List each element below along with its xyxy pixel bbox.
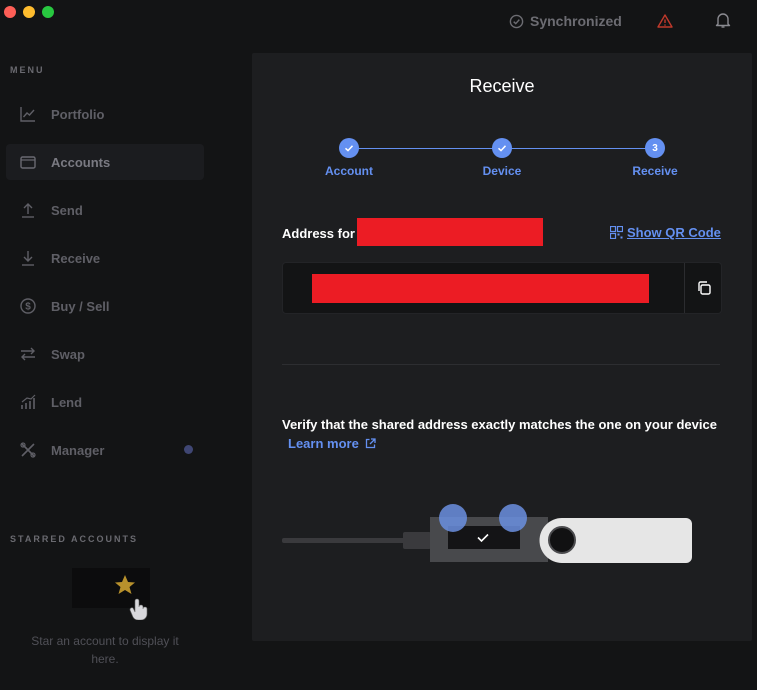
learn-more-link[interactable]: Learn more xyxy=(288,436,377,451)
chart-icon xyxy=(20,107,35,122)
redacted-address xyxy=(312,274,649,303)
sidebar-item-lend[interactable]: Lend xyxy=(6,384,204,420)
starred-accounts-empty-text: Star an account to display it here. xyxy=(31,634,179,666)
verify-instructions: Verify that the shared address exactly m… xyxy=(282,415,722,453)
sidebar-item-accounts[interactable]: Accounts xyxy=(6,144,204,180)
modal-title: Receive xyxy=(469,76,535,96)
sidebar-item-send[interactable]: Send xyxy=(6,192,204,228)
sidebar-item-label: Accounts xyxy=(51,154,111,170)
sidebar-item-label: Receive xyxy=(51,250,101,266)
qr-code-icon xyxy=(610,226,623,239)
bell-icon[interactable] xyxy=(714,11,732,29)
sidebar-item-label: Portfolio xyxy=(51,106,105,122)
show-qr-code-label: Show QR Code xyxy=(627,225,721,240)
sidebar-item-portfolio[interactable]: Portfolio xyxy=(6,96,204,132)
sidebar-item-label: Manager xyxy=(51,442,105,458)
step-device-label: Device xyxy=(482,164,522,178)
sidebar-item-receive[interactable]: Receive xyxy=(6,240,204,276)
zoom-window-button[interactable] xyxy=(42,6,54,18)
sidebar-item-label: Buy / Sell xyxy=(51,298,110,314)
sidebar: MENU Portfolio Accounts Send Receive $ B… xyxy=(0,46,250,690)
ledger-device-illustration xyxy=(282,504,692,563)
check-icon xyxy=(497,145,507,152)
sync-status[interactable]: Synchronized xyxy=(509,13,622,29)
sidebar-item-manager[interactable]: Manager xyxy=(6,432,204,468)
lend-icon xyxy=(21,394,36,409)
svg-text:$: $ xyxy=(25,302,31,313)
alert-triangle-icon[interactable] xyxy=(657,13,673,29)
starred-accounts-title: STARRED ACCOUNTS xyxy=(10,534,138,544)
external-link-icon xyxy=(366,438,377,449)
copy-address-button[interactable] xyxy=(684,263,722,313)
send-icon xyxy=(22,203,34,218)
step-receive-indicator: 3 xyxy=(645,138,665,158)
sidebar-item-label: Lend xyxy=(51,394,83,410)
title-bar: Synchronized xyxy=(0,0,757,46)
check-circle-icon xyxy=(509,14,524,28)
sync-status-label: Synchronized xyxy=(530,13,622,29)
swap-icon xyxy=(21,347,35,361)
step-account-label: Account xyxy=(325,164,373,178)
minimize-window-button[interactable] xyxy=(23,6,35,18)
address-field[interactable] xyxy=(282,262,722,314)
address-for-label: Address for xyxy=(282,226,355,241)
wallet-icon xyxy=(20,156,36,169)
starred-accounts-illustration xyxy=(72,568,150,620)
step-receive-label: Receive xyxy=(632,164,678,178)
divider xyxy=(282,364,720,365)
check-icon xyxy=(344,145,354,152)
step-account-indicator xyxy=(339,138,359,158)
step-number: 3 xyxy=(652,142,658,154)
copy-icon xyxy=(697,281,711,295)
dollar-icon: $ xyxy=(20,298,36,314)
learn-more-label: Learn more xyxy=(288,436,359,451)
sidebar-item-label: Send xyxy=(51,202,83,218)
redacted-account-name xyxy=(357,218,543,246)
manager-badge xyxy=(184,445,193,454)
sidebar-item-swap[interactable]: Swap xyxy=(6,336,204,372)
show-qr-code-link[interactable]: Show QR Code xyxy=(610,225,721,240)
receive-modal: Receive 3 Account Device Receive Address… xyxy=(252,53,752,641)
receive-icon xyxy=(22,251,34,266)
step-device-indicator xyxy=(492,138,512,158)
verify-text: Verify that the shared address exactly m… xyxy=(282,417,717,432)
sidebar-item-label: Swap xyxy=(51,346,85,362)
close-window-button[interactable] xyxy=(4,6,16,18)
sidebar-item-buy-sell[interactable]: $ Buy / Sell xyxy=(6,288,204,324)
manager-icon xyxy=(20,442,36,458)
menu-title: MENU xyxy=(10,65,45,75)
